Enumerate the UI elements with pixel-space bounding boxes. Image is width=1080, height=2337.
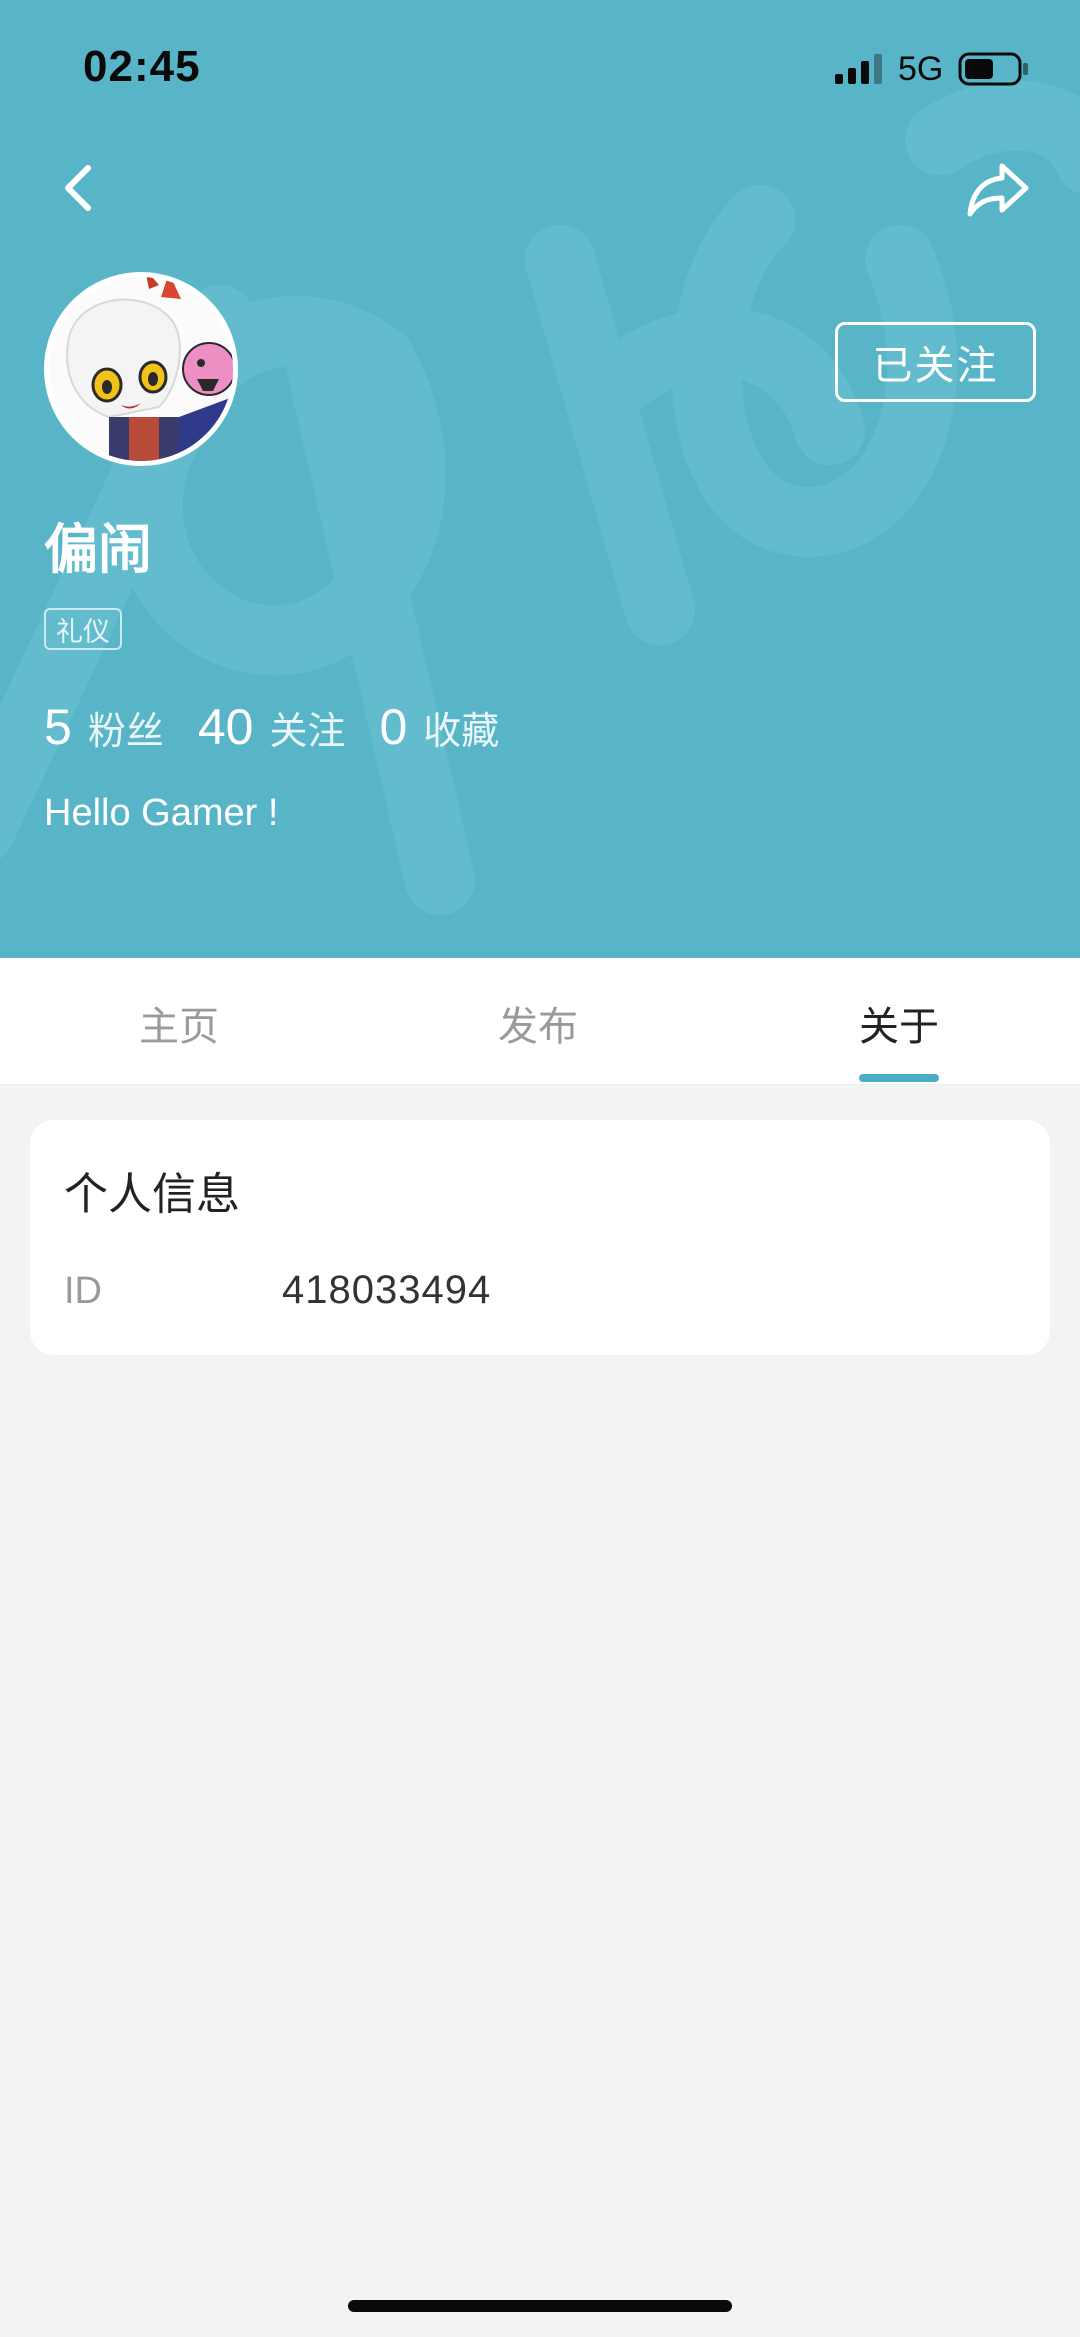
signal-icon [835, 54, 882, 84]
following-label[interactable]: 关注 [269, 700, 345, 755]
share-button[interactable] [966, 158, 1030, 222]
card-title: 个人信息 [64, 1170, 240, 1219]
avatar[interactable] [44, 272, 238, 466]
network-type: 5G [898, 50, 944, 88]
tab-posts[interactable]: 发布 [458, 994, 618, 1052]
favorites-label[interactable]: 收藏 [423, 700, 499, 755]
personal-info-card: 个人信息 ID 418033494 [30, 1120, 1050, 1355]
share-icon [967, 163, 1029, 217]
tab-about[interactable]: 关于 [819, 994, 979, 1052]
avatar-image [49, 277, 233, 461]
back-arrow-icon [65, 165, 91, 211]
profile-header: 02:45 5G 已关注 偏闹 礼仪 5 粉丝 40 关注 0 收藏 Hello… [0, 0, 1080, 958]
favorites-count[interactable]: 0 [379, 698, 407, 756]
follow-button[interactable]: 已关注 [835, 322, 1036, 402]
user-bio: Hello Gamer ! [44, 792, 279, 834]
username: 偏闹 [44, 520, 152, 580]
id-value: 418033494 [282, 1268, 492, 1312]
status-bar: 02:45 5G [0, 0, 1080, 130]
home-indicator[interactable] [348, 2300, 732, 2312]
tab-home[interactable]: 主页 [99, 994, 259, 1052]
battery-icon [958, 52, 1028, 86]
user-tag: 礼仪 [44, 608, 122, 650]
followers-count[interactable]: 5 [44, 698, 72, 756]
profile-tabs: 主页 发布 关于 [0, 958, 1080, 1085]
active-tab-indicator [859, 1074, 939, 1082]
followers-label[interactable]: 粉丝 [88, 700, 164, 755]
id-label: ID [64, 1270, 102, 1312]
back-button[interactable] [52, 158, 112, 218]
status-time: 02:45 [83, 42, 201, 91]
following-count[interactable]: 40 [198, 698, 254, 756]
profile-stats: 5 粉丝 40 关注 0 收藏 [44, 698, 533, 756]
